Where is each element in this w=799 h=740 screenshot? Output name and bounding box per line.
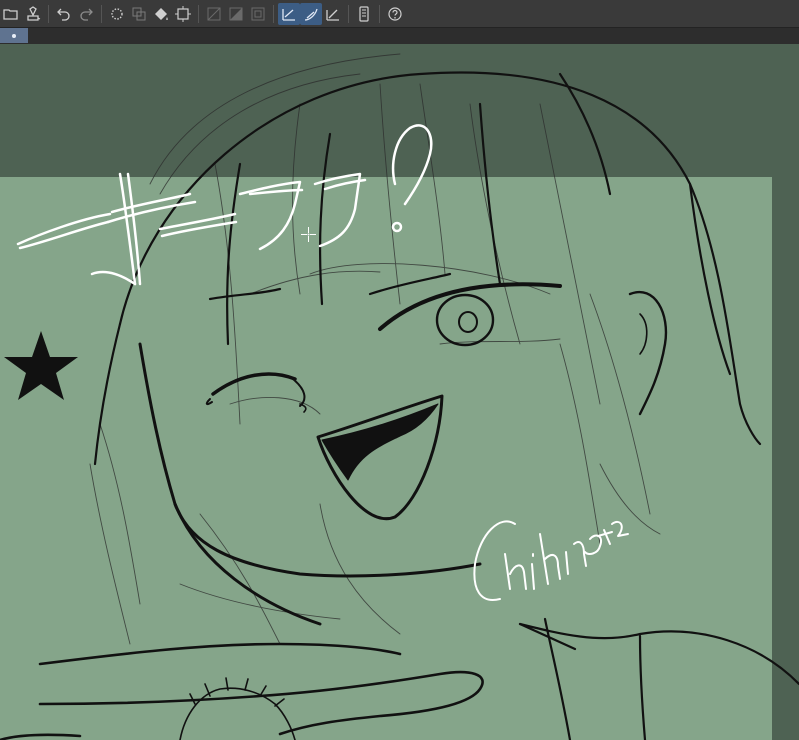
snap-to-ruler-icon[interactable]: [278, 2, 300, 25]
document-tab[interactable]: [0, 28, 28, 43]
clear-icon[interactable]: [106, 3, 128, 25]
deselect-icon[interactable]: [247, 3, 269, 25]
save-file-icon[interactable]: [22, 3, 44, 25]
document-tab-bar: [0, 28, 799, 44]
snap-to-special-ruler-icon[interactable]: [300, 2, 322, 25]
crosshair-cursor-icon: [301, 227, 316, 242]
toolbar-separator: [101, 4, 102, 23]
transform-icon[interactable]: [172, 3, 194, 25]
select-all-icon[interactable]: [203, 3, 225, 25]
undo-icon[interactable]: [53, 3, 75, 25]
fill-icon[interactable]: [150, 3, 172, 25]
command-bar: [0, 0, 799, 28]
device-icon[interactable]: [353, 3, 375, 25]
cut-icon[interactable]: [128, 3, 150, 25]
invert-selection-icon[interactable]: [225, 3, 247, 25]
toolbar-separator: [198, 4, 199, 23]
toolbar-separator: [273, 4, 274, 23]
open-file-icon[interactable]: [0, 3, 22, 25]
toolbar-separator: [379, 4, 380, 23]
help-icon[interactable]: [384, 3, 406, 25]
toolbar-separator: [348, 4, 349, 23]
katakana-lettering: [16, 124, 433, 286]
line-art-drawing: [0, 53, 799, 740]
unsaved-indicator-icon: [12, 33, 16, 38]
signature-lettering: [473, 520, 629, 601]
toolbar-separator: [48, 4, 49, 23]
snap-to-grid-icon[interactable]: [322, 3, 344, 25]
redo-icon[interactable]: [75, 3, 97, 25]
